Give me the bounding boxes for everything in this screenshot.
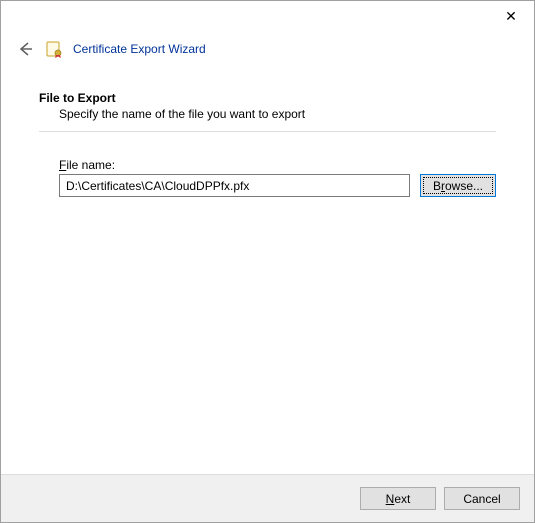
page-heading: File to Export bbox=[39, 91, 496, 105]
divider bbox=[39, 131, 496, 132]
browse-button[interactable]: Browse... bbox=[420, 174, 496, 197]
filename-block: File name: Browse... bbox=[39, 158, 496, 197]
certificate-icon bbox=[45, 40, 63, 58]
wizard-footer: Next Cancel bbox=[1, 474, 534, 522]
wizard-content: File to Export Specify the name of the f… bbox=[1, 71, 534, 474]
titlebar: ✕ bbox=[1, 1, 534, 33]
page-subheading: Specify the name of the file you want to… bbox=[39, 105, 496, 131]
filename-row: Browse... bbox=[59, 174, 496, 197]
wizard-dialog: ✕ Certificate Export Wizard File to Expo… bbox=[0, 0, 535, 523]
close-button[interactable]: ✕ bbox=[488, 1, 534, 31]
back-arrow-icon[interactable] bbox=[15, 39, 35, 59]
filename-input[interactable] bbox=[59, 174, 410, 197]
wizard-header: Certificate Export Wizard bbox=[1, 33, 534, 71]
wizard-title: Certificate Export Wizard bbox=[73, 42, 206, 56]
cancel-button[interactable]: Cancel bbox=[444, 487, 520, 510]
filename-label: File name: bbox=[59, 158, 496, 172]
next-button[interactable]: Next bbox=[360, 487, 436, 510]
